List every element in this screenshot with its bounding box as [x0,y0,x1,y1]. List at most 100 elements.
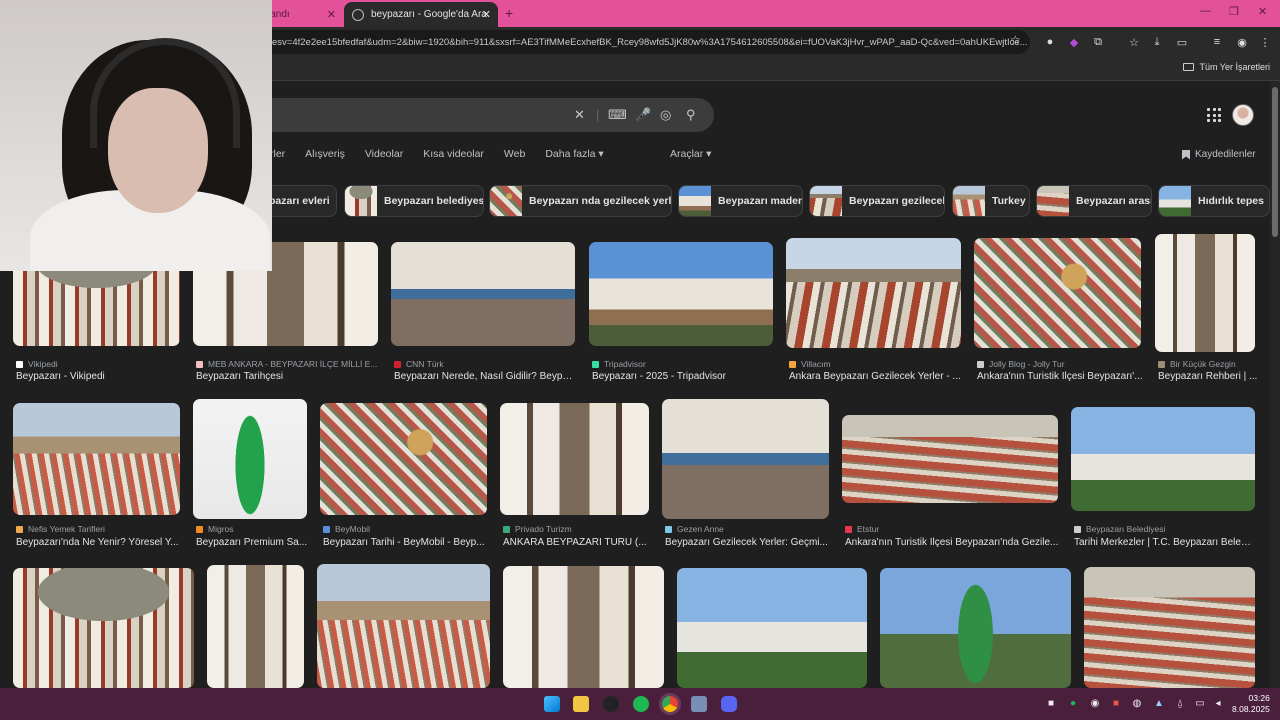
result-title[interactable]: Ankara Beypazarı Gezilecek Yerler - ... [789,371,961,382]
filter-tab[interactable]: Daha fazla ▾ [545,148,603,160]
avatar[interactable] [1232,104,1254,126]
result-title[interactable]: Beypazarı - 2025 - Tripadvisor [592,371,774,382]
result-source[interactable]: Etstur [845,524,879,534]
discord-icon[interactable] [721,696,737,712]
bookmarks-star-icon[interactable]: ☆ [1127,35,1141,49]
saved-button[interactable]: Kaydedilenler [1182,149,1256,160]
app-tray-icon[interactable]: ■ [1111,699,1121,709]
keyboard-icon[interactable]: ⌨ [608,107,627,123]
result-title[interactable]: Ankara'nın Turistik İlçesi Beypazarı'nda… [845,537,1059,548]
filter-tab[interactable]: rler [270,148,285,160]
filter-tab[interactable]: Web [504,148,525,160]
result-image[interactable] [1084,567,1255,688]
result-image[interactable] [786,238,961,348]
result-image[interactable] [320,403,487,515]
apps-grid-icon[interactable] [1207,108,1221,122]
minimize-icon[interactable]: — [1200,5,1211,17]
result-source[interactable]: Villacım [789,359,831,369]
tab-close-icon[interactable]: ✕ [482,8,491,21]
result-image[interactable] [503,566,664,688]
side-panel-icon[interactable]: ▭ [1175,35,1189,49]
clear-icon[interactable]: ✕ [574,107,585,123]
download-icon[interactable]: ⤓ [1150,35,1164,49]
result-title[interactable]: Beypazarı Tarihçesi [196,371,378,382]
tab-close-icon[interactable]: ✕ [327,8,336,21]
tools-button[interactable]: Araçlar ▾ [670,148,711,160]
result-image[interactable] [677,568,867,688]
mic-tray-icon[interactable]: ⍙ [1175,699,1185,709]
bookmark-star-icon[interactable]: ☆ [1010,33,1021,47]
spotify-icon[interactable] [633,696,649,712]
result-title[interactable]: Ankara'nın Turistik İlçesi Beypazarı'... [977,371,1143,382]
chip[interactable]: pazarı evleri [262,185,337,217]
result-title[interactable]: Beypazarı Rehberi | ... [1158,371,1258,382]
result-title[interactable]: ANKARA BEYPAZARI TURU (... [503,537,650,548]
result-title[interactable]: Beypazarı Nerede, Nasıl Gidilir? Beypa..… [394,371,576,382]
start-icon[interactable] [544,696,560,712]
puzzle-icon[interactable]: ⧉ [1091,35,1105,49]
result-source[interactable]: Bir Küçük Gezgin [1158,359,1236,369]
mic-icon[interactable]: 🎤 [635,107,651,123]
result-source[interactable]: BeyMobil [323,524,370,534]
new-tab-icon[interactable]: + [505,5,513,21]
chip[interactable]: Turkey [952,185,1030,217]
spotify-tray-icon[interactable]: ● [1068,699,1078,709]
filter-tab[interactable]: Alışveriş [305,148,345,160]
extension-icon[interactable]: ● [1043,35,1057,49]
scrollbar[interactable] [1270,81,1280,688]
clock[interactable]: 03:26 8.08.2025 [1232,693,1270,715]
result-image[interactable] [193,399,307,519]
search-input[interactable]: ✕ | ⌨ 🎤 ◎ ⚲ [230,98,714,132]
all-bookmarks-button[interactable]: Tüm Yer İşaretleri [1183,62,1270,72]
restore-icon[interactable]: ❐ [1229,5,1239,18]
result-source[interactable]: Gezen Anne [665,524,724,534]
result-source[interactable]: Privado Turizm [503,524,572,534]
result-source[interactable]: Nefis Yemek Tarifleri [16,524,105,534]
steam-tray-icon[interactable]: ◍ [1132,699,1142,709]
result-title[interactable]: Beypazarı Premium Sa... [196,537,308,548]
result-image[interactable] [1071,407,1255,511]
app-icon[interactable] [691,696,707,712]
result-source[interactable]: Migros [196,524,234,534]
result-image[interactable] [13,568,194,688]
app-tray-icon[interactable]: ▲ [1154,699,1164,709]
chip[interactable]: Beypazarı belediyesi [344,185,484,217]
extension-icon[interactable]: ◆ [1067,35,1081,49]
chrome-icon[interactable] [662,696,678,712]
lens-icon[interactable]: ◎ [660,107,671,123]
chip[interactable]: Beypazarı gezilecek [809,185,945,217]
tab-active[interactable]: beypazarı - Google'da Ara ✕ [344,2,498,27]
discord-tray-icon[interactable]: ■ [1046,699,1056,709]
result-image[interactable] [500,403,649,515]
result-image[interactable] [662,399,829,519]
result-source[interactable]: CNN Türk [394,359,444,369]
result-image[interactable] [974,238,1141,348]
media-icon[interactable]: ≡ [1210,35,1224,49]
network-icon[interactable]: ▭ [1195,699,1205,709]
chip[interactable]: Beypazarı arası [1036,185,1152,217]
result-source[interactable]: Beypazarı Belediyesi [1074,524,1165,534]
result-title[interactable]: Tarihi Merkezler | T.C. Beypazarı Beledi… [1074,537,1256,548]
search-icon[interactable]: ⚲ [686,107,696,123]
file-explorer-icon[interactable] [573,696,589,712]
result-image[interactable] [589,242,773,346]
result-title[interactable]: Beypazarı Tarihi - BeyMobil - Beyp... [323,537,488,548]
result-source[interactable]: Tripadvisor [592,359,646,369]
result-source[interactable]: Jolly Blog - Jolly Tur [977,359,1065,369]
result-image[interactable] [13,403,180,515]
result-image[interactable] [1155,234,1255,352]
result-title[interactable]: Beypazarı Gezilecek Yerler: Geçmi... [665,537,830,548]
result-title[interactable]: Beypazarı - Vikipedi [16,371,181,382]
result-source[interactable]: MEB ANKARA - BEYPAZARI İLÇE MİLLİ E... [196,359,377,369]
chip[interactable]: Hıdırlık tepes [1158,185,1270,217]
scrollbar-thumb[interactable] [1272,87,1278,237]
volume-icon[interactable]: ◂ [1213,699,1223,709]
result-image[interactable] [317,564,490,688]
result-image[interactable] [880,568,1071,688]
profile-icon[interactable]: ◉ [1235,35,1249,49]
filter-tab[interactable]: Kısa videolar [423,148,484,160]
menu-icon[interactable]: ⋮ [1258,35,1272,49]
filter-tab[interactable]: Videolar [365,148,403,160]
result-source[interactable]: Vikipedi [16,359,58,369]
result-image[interactable] [391,242,575,346]
